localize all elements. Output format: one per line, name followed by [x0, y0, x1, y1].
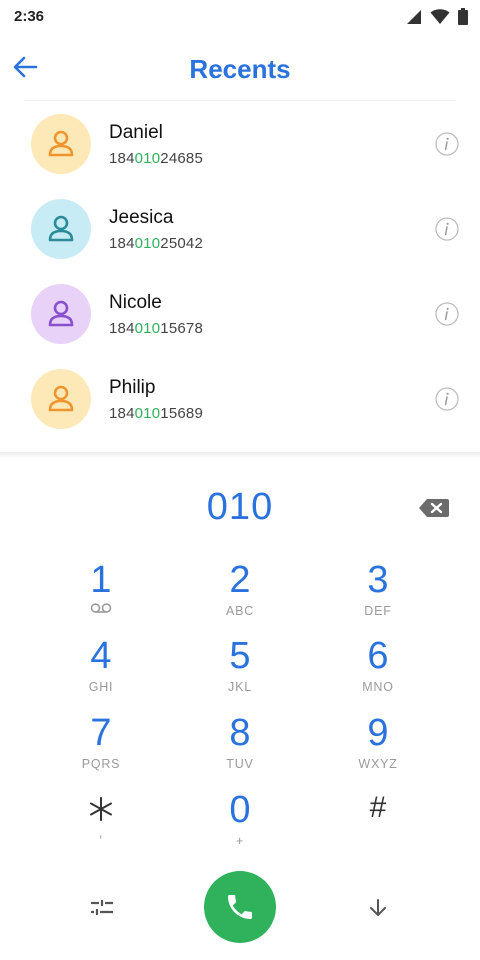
dialed-number-input[interactable]: 010: [0, 486, 480, 529]
person-icon: [48, 385, 74, 412]
phone-icon: [228, 895, 252, 919]
person-icon: [48, 215, 74, 242]
contact-number: 18401025042: [109, 235, 203, 252]
status-bar: 2:36: [0, 0, 480, 34]
key-5[interactable]: 5 JKL: [185, 636, 295, 706]
key-0[interactable]: 0 +: [185, 790, 295, 860]
backspace-button[interactable]: [417, 496, 451, 520]
key-2[interactable]: 2 ABC: [185, 560, 295, 630]
info-button[interactable]: [435, 217, 459, 241]
arrow-down-icon: [370, 899, 386, 916]
info-icon: [435, 132, 459, 156]
number-match: 010: [134, 405, 161, 422]
app-header: Recents: [0, 36, 480, 102]
key-8[interactable]: 8 TUV: [185, 713, 295, 783]
status-time: 2:36: [14, 8, 45, 25]
divider: [0, 452, 480, 458]
list-item[interactable]: Nicole 18401015678: [0, 272, 480, 357]
filter-button[interactable]: [88, 898, 116, 918]
avatar: [31, 284, 91, 344]
key-3[interactable]: 3 DEF: [323, 560, 433, 630]
key-4[interactable]: 4 GHI: [46, 636, 156, 706]
collapse-dialpad-button[interactable]: [366, 896, 390, 920]
contact-number: 18401015678: [109, 320, 203, 337]
info-button[interactable]: [435, 132, 459, 156]
number-match: 010: [134, 150, 161, 167]
avatar: [31, 369, 91, 429]
wifi-icon: [430, 8, 450, 25]
battery-icon: [458, 8, 468, 25]
recents-list: Daniel 18401024685 Jeesica 18401025042 N…: [0, 102, 480, 452]
avatar: [31, 114, 91, 174]
number-match: 010: [134, 320, 161, 337]
person-icon: [48, 130, 74, 157]
key-9[interactable]: 9 WXYZ: [323, 713, 433, 783]
status-icons: [406, 8, 468, 25]
signal-icon: [406, 9, 422, 25]
divider: [24, 100, 456, 101]
contact-name: Daniel: [109, 122, 163, 143]
contact-name: Nicole: [109, 292, 162, 313]
info-icon: [435, 217, 459, 241]
list-item[interactable]: Daniel 18401024685: [0, 102, 480, 187]
dialer-action-bar: [0, 870, 480, 950]
list-item[interactable]: Philip 18401015689: [0, 357, 480, 442]
contact-name: Philip: [109, 377, 156, 398]
info-button[interactable]: [435, 302, 459, 326]
list-item[interactable]: Jeesica 18401025042: [0, 187, 480, 272]
person-icon: [48, 300, 74, 327]
contact-number: 18401015689: [109, 405, 203, 422]
contact-name: Jeesica: [109, 207, 174, 228]
key-1[interactable]: 1: [46, 560, 156, 630]
avatar: [31, 199, 91, 259]
page-title: Recents: [189, 54, 291, 84]
backspace-icon: [419, 499, 449, 517]
info-icon: [435, 387, 459, 411]
contact-number: 18401024685: [109, 150, 203, 167]
asterisk-icon: [90, 797, 112, 821]
number-match: 010: [134, 235, 161, 252]
call-button[interactable]: [204, 871, 276, 943]
key-star[interactable]: * ,: [46, 790, 156, 860]
key-6[interactable]: 6 MNO: [323, 636, 433, 706]
info-icon: [435, 302, 459, 326]
key-pound[interactable]: #: [323, 790, 433, 860]
sliders-icon: [91, 900, 113, 915]
voicemail-icon: [90, 603, 112, 613]
key-7[interactable]: 7 PQRS: [46, 713, 156, 783]
info-button[interactable]: [435, 387, 459, 411]
